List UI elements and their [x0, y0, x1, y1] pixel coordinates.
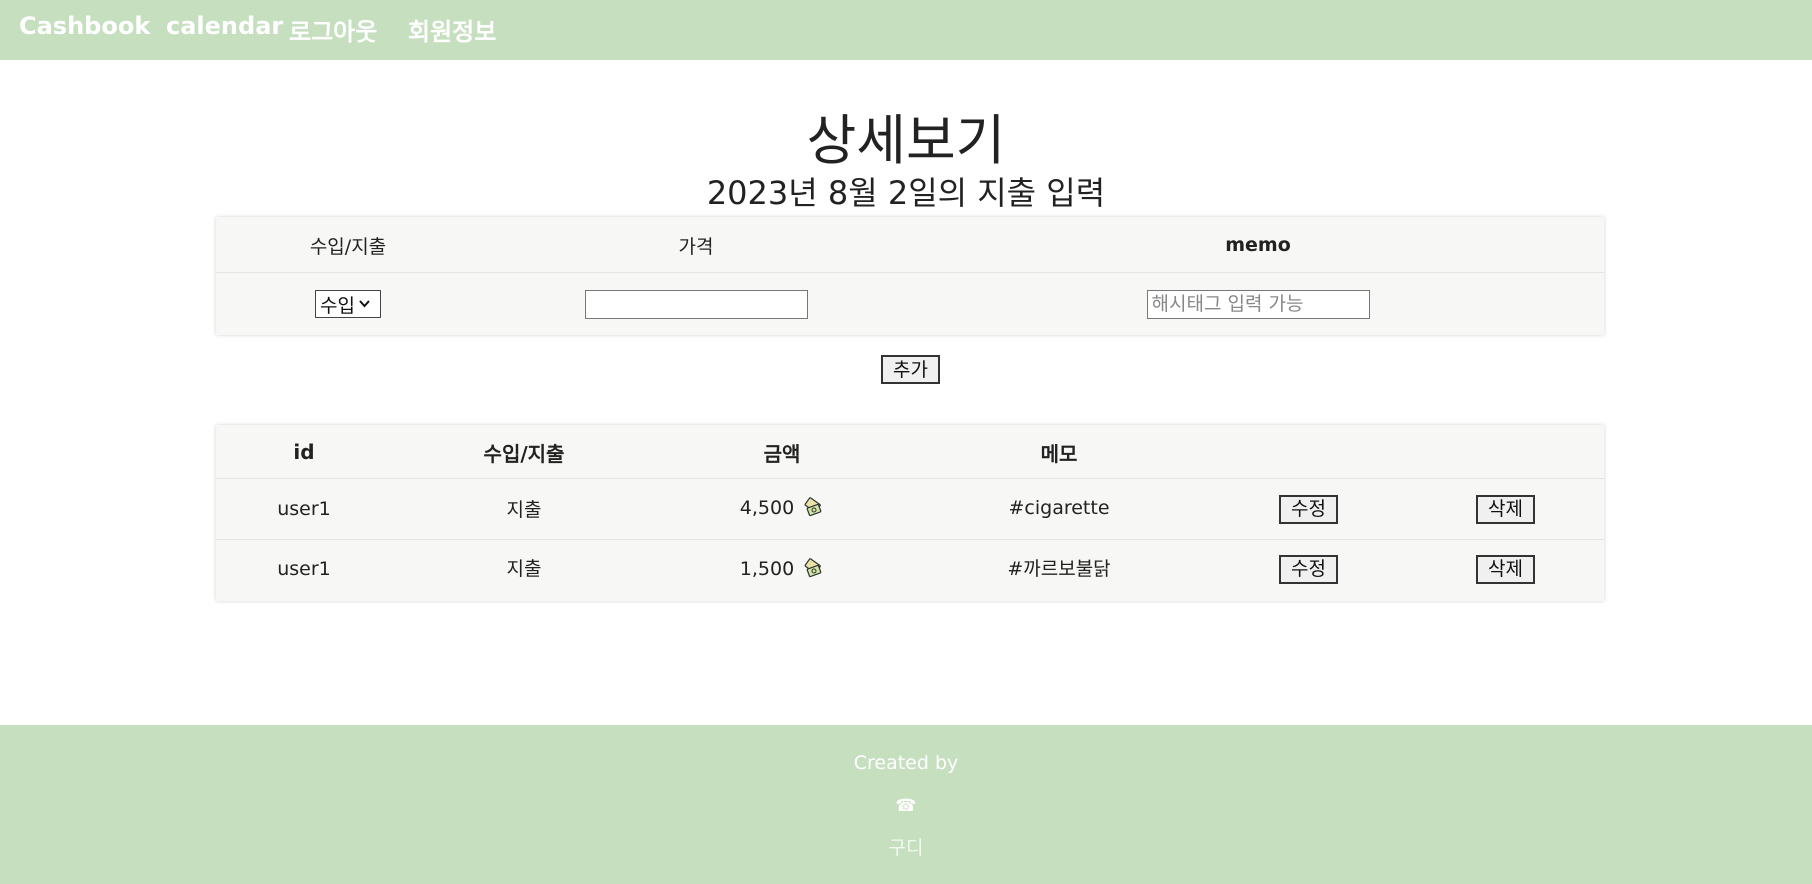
- money-icon: [802, 557, 824, 580]
- column-header-amount: 금액: [763, 441, 801, 466]
- records-table: id 수입/지출 금액 메모 user1 지출 4,500 #cigarette…: [216, 425, 1604, 601]
- row-type: 지출: [506, 558, 542, 580]
- row-amount: 1,500: [739, 557, 795, 580]
- money-icon: [802, 497, 824, 519]
- column-header-id: id: [293, 440, 315, 464]
- type-select-cell: 수입: [216, 273, 480, 335]
- form-header-price: 가격: [678, 235, 714, 258]
- row-id: user1: [277, 498, 331, 520]
- table-row: user1 지출 1,500 #까르보불닭 수정 삭제: [216, 539, 1604, 602]
- price-input[interactable]: [584, 289, 808, 319]
- price-input-cell: [480, 273, 912, 335]
- type-select[interactable]: 수입: [315, 290, 381, 318]
- column-header-memo: 메모: [1040, 441, 1078, 466]
- row-edit-cell: 수정: [1210, 479, 1407, 539]
- type-select-value: 수입: [320, 294, 355, 317]
- nav-member-info-link[interactable]: 회원정보: [408, 12, 496, 47]
- row-amount-cell: 1,500: [656, 540, 908, 597]
- row-memo: #cigarette: [1008, 497, 1110, 519]
- row-amount: 4,500: [739, 497, 795, 519]
- delete-button[interactable]: 삭제: [1476, 494, 1535, 524]
- phone-icon: ☎: [895, 796, 917, 816]
- row-delete-cell: 삭제: [1407, 540, 1604, 598]
- footer-created-by: Created by: [853, 752, 959, 774]
- footer-author: 구디: [888, 837, 924, 859]
- nav-brand-link[interactable]: Cashbook: [19, 12, 150, 40]
- edit-button[interactable]: 수정: [1279, 494, 1338, 524]
- column-header-type: 수입/지출: [483, 441, 565, 466]
- top-navigation: Cashbook calendar 로그아웃 회원정보: [0, 0, 1812, 60]
- memo-input-cell: [912, 273, 1604, 335]
- add-button[interactable]: 추가: [881, 355, 940, 384]
- form-input-row: 수입: [216, 272, 1604, 336]
- nav-calendar-link[interactable]: calendar: [166, 12, 283, 40]
- form-header-type: 수입/지출: [309, 235, 387, 258]
- edit-button[interactable]: 수정: [1279, 554, 1338, 584]
- row-memo: #까르보불닭: [1007, 558, 1111, 580]
- row-edit-cell: 수정: [1210, 540, 1407, 598]
- memo-input[interactable]: [1146, 289, 1370, 319]
- row-type: 지출: [506, 498, 542, 521]
- table-row: user1 지출 4,500 #cigarette 수정 삭제: [216, 478, 1604, 540]
- row-amount-cell: 4,500: [656, 479, 908, 537]
- nav-logout-link[interactable]: 로그아웃: [289, 12, 377, 47]
- form-header-memo: memo: [1225, 234, 1291, 256]
- page-subtitle: 2023년 8월 2일의 지출 입력: [706, 174, 1106, 212]
- delete-button[interactable]: 삭제: [1476, 554, 1535, 584]
- page-footer: Created by ☎ 구디: [0, 725, 1812, 884]
- chevron-down-icon: [359, 297, 370, 311]
- row-id: user1: [277, 558, 331, 580]
- page-title: 상세보기: [806, 109, 1006, 172]
- row-delete-cell: 삭제: [1407, 479, 1604, 539]
- entry-form: 수입/지출 가격 memo 수입: [216, 217, 1604, 335]
